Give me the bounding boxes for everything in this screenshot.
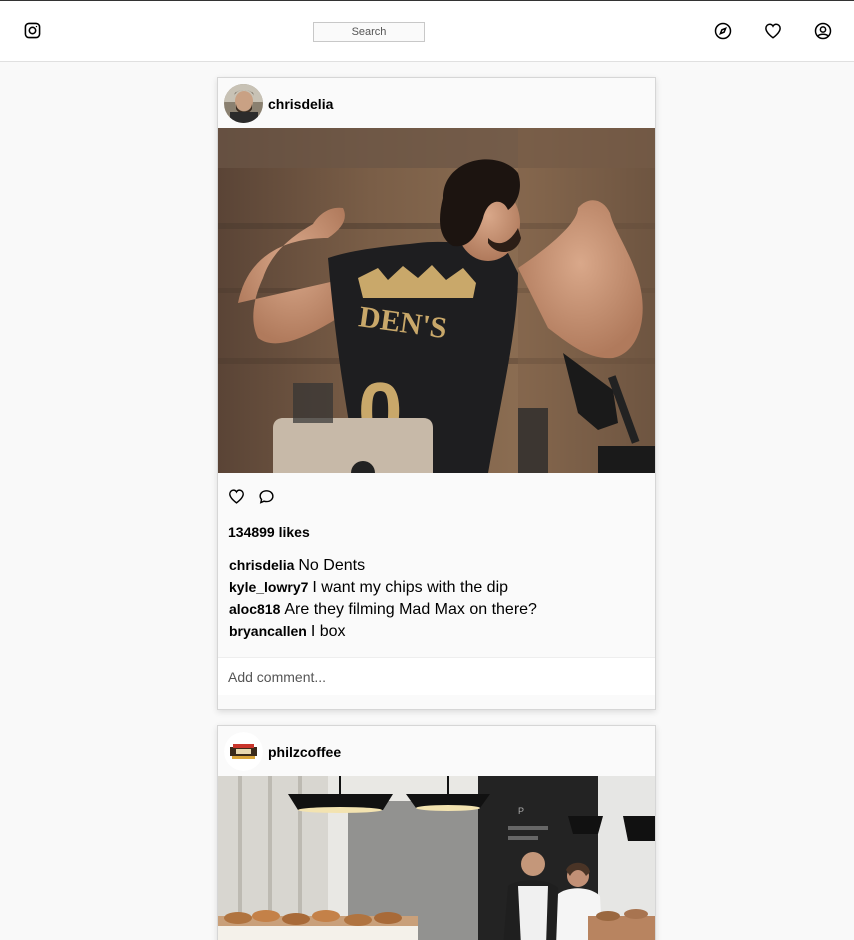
- comment-text: I want my chips with the dip: [312, 579, 509, 596]
- heart-icon[interactable]: [228, 488, 245, 505]
- comment-item: aloc818 Are they filming Mad Max on there…: [229, 599, 649, 621]
- post-header: philzcoffee: [218, 726, 655, 776]
- compass-icon[interactable]: [714, 22, 732, 40]
- post-header: chrisdelia: [218, 78, 655, 128]
- comment-username[interactable]: chrisdelia: [229, 557, 294, 573]
- search-box[interactable]: Search: [313, 22, 425, 42]
- comment-list: chrisdelia No Dents kyle_lowry7 I want my …: [229, 555, 649, 643]
- feed-post: chrisdelia DEN'S 0 134899 likes chrisdel…: [217, 77, 656, 710]
- instagram-icon[interactable]: [24, 22, 41, 39]
- avatar[interactable]: [224, 732, 263, 771]
- top-nav-bar: Search: [0, 0, 854, 62]
- comment-text: I box: [310, 623, 346, 640]
- feed-post: philzcoffee P: [217, 725, 656, 940]
- comment-icon[interactable]: [258, 488, 275, 505]
- comment-item: kyle_lowry7 I want my chips with the dip: [229, 577, 649, 599]
- post-username[interactable]: chrisdelia: [268, 96, 333, 112]
- comment-item: chrisdelia No Dents: [229, 555, 649, 577]
- add-comment-input[interactable]: [218, 657, 655, 695]
- comment-text: Are they filming Mad Max on there?: [284, 601, 537, 618]
- comment-username[interactable]: kyle_lowry7: [229, 579, 308, 595]
- post-photo[interactable]: DEN'S 0: [218, 128, 655, 473]
- comment-username[interactable]: aloc818: [229, 601, 280, 617]
- svg-text:P: P: [518, 806, 524, 816]
- comment-username[interactable]: bryancallen: [229, 623, 307, 639]
- user-circle-icon[interactable]: [814, 22, 832, 40]
- comment-item: bryancallen I box: [229, 621, 649, 643]
- post-photo[interactable]: P: [218, 776, 655, 940]
- avatar[interactable]: [224, 84, 263, 123]
- heart-icon[interactable]: [764, 22, 782, 40]
- comment-text: No Dents: [298, 557, 366, 574]
- post-username[interactable]: philzcoffee: [268, 744, 341, 760]
- like-count: 134899 likes: [228, 524, 310, 540]
